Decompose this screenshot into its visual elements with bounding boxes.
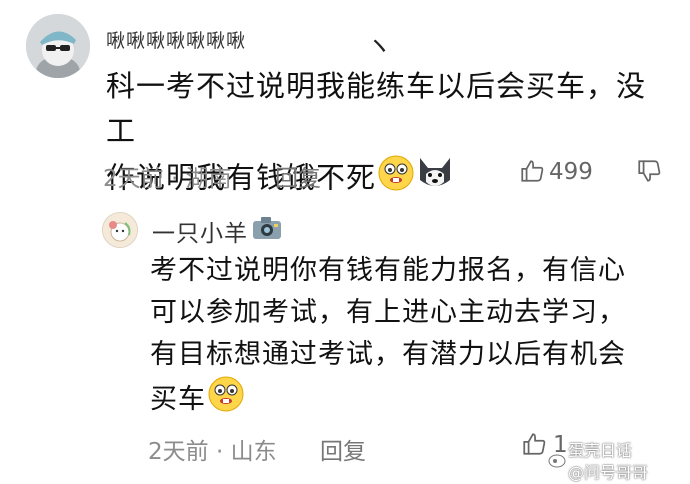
username[interactable]: 一只小羊: [152, 214, 248, 248]
comment-location: 湖南: [185, 166, 232, 192]
thumb-up-icon[interactable]: [521, 431, 547, 461]
thumb-down-icon[interactable]: [636, 158, 662, 188]
reply-line: 买车: [150, 384, 206, 415]
reply-button[interactable]: 回复: [320, 432, 366, 466]
like-count: 499: [549, 159, 593, 185]
comment-meta: 2天前 · 山东: [148, 432, 277, 466]
camera-emoji-icon: [252, 215, 282, 245]
thumb-up-icon[interactable]: [519, 158, 545, 188]
grin-emoji-icon: [378, 155, 414, 204]
comment-date: 2天前: [103, 166, 164, 192]
username[interactable]: 啾啾啾啾啾啾啾: [106, 26, 246, 53]
comment-date: 2天前: [148, 439, 209, 465]
watermark-logo-icon: [548, 452, 566, 472]
husky-emoji-icon: [416, 154, 454, 205]
comment-location: 山东: [230, 439, 277, 465]
decorative-mark: ヽ: [366, 32, 393, 62]
reply-line-with-emoji: 买车: [150, 376, 660, 425]
separator-dot: ·: [170, 166, 179, 192]
reply-button[interactable]: 回复: [275, 159, 321, 193]
grin-emoji-icon: [208, 376, 244, 425]
reply-line: 考不过说明你有钱有能力报名，有信心: [150, 255, 626, 286]
watermark-line: 蛋壳日话: [568, 441, 633, 460]
reply-line: 有目标想通过考试，有潜力以后有机会: [150, 339, 626, 370]
separator-dot: ·: [215, 439, 224, 465]
comment-meta: 2天前 · 湖南: [103, 159, 232, 193]
reply-line: 可以参加考试，有上进心主动去学习，: [150, 297, 626, 328]
reply-text: 考不过说明你有钱有能力报名，有信心 可以参加考试，有上进心主动去学习， 有目标想…: [150, 250, 660, 425]
comment-line: 科一考不过说明我能练车以后会买车，没工: [106, 69, 647, 148]
watermark-line: @问号哥哥: [568, 463, 649, 482]
watermark: 蛋壳日话 @问号哥哥: [568, 440, 648, 484]
avatar[interactable]: [102, 212, 138, 248]
avatar[interactable]: [26, 14, 90, 78]
